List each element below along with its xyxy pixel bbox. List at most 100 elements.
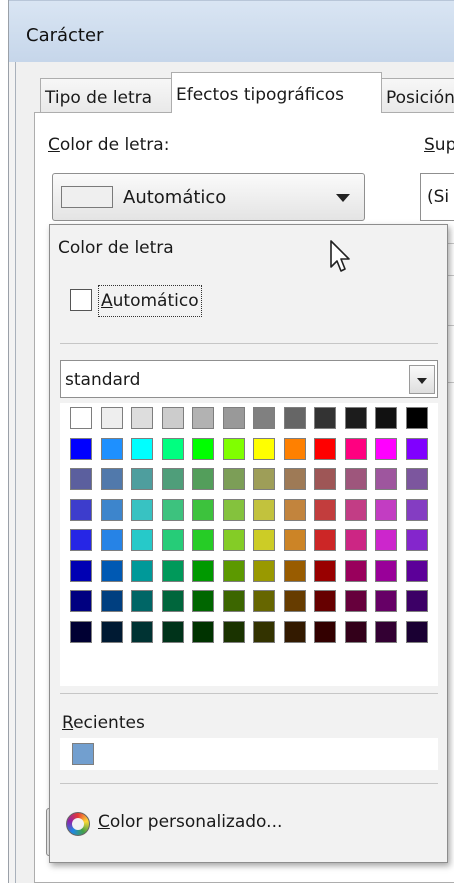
automatic-checkbox-label[interactable]: Automático <box>98 285 202 317</box>
automatic-checkbox[interactable] <box>70 289 92 311</box>
color-swatch[interactable] <box>70 590 92 612</box>
color-swatch[interactable] <box>253 529 275 551</box>
color-swatch[interactable] <box>222 468 245 490</box>
tab-font[interactable]: Tipo de letra <box>40 78 174 112</box>
color-swatch[interactable] <box>375 620 397 643</box>
color-swatch[interactable] <box>405 559 428 582</box>
color-swatch[interactable] <box>70 437 92 460</box>
color-swatch[interactable] <box>192 468 214 490</box>
color-swatch[interactable] <box>314 529 336 551</box>
color-swatch[interactable] <box>283 498 306 521</box>
color-swatch[interactable] <box>405 407 428 429</box>
color-swatch[interactable] <box>283 529 306 551</box>
color-swatch[interactable] <box>192 559 214 582</box>
color-swatch[interactable] <box>375 407 397 429</box>
color-swatch[interactable] <box>283 620 306 643</box>
color-swatch[interactable] <box>192 529 214 551</box>
color-swatch[interactable] <box>222 407 245 429</box>
color-swatch[interactable] <box>344 620 367 643</box>
palette-dropdown-button[interactable] <box>409 365 435 394</box>
color-swatch[interactable] <box>222 529 245 551</box>
color-swatch[interactable] <box>344 590 367 612</box>
color-swatch[interactable] <box>405 590 428 612</box>
position-field[interactable]: (Si <box>420 173 454 221</box>
color-swatch[interactable] <box>344 468 367 490</box>
color-swatch[interactable] <box>253 468 275 490</box>
color-swatch[interactable] <box>283 437 306 460</box>
color-swatch[interactable] <box>161 590 184 612</box>
color-swatch[interactable] <box>344 437 367 460</box>
color-swatch[interactable] <box>253 620 275 643</box>
color-swatch[interactable] <box>70 620 92 643</box>
color-swatch[interactable] <box>100 590 123 612</box>
color-swatch[interactable] <box>314 437 336 460</box>
color-swatch[interactable] <box>222 498 245 521</box>
color-swatch[interactable] <box>253 590 275 612</box>
color-swatch[interactable] <box>161 437 184 460</box>
color-swatch[interactable] <box>344 498 367 521</box>
color-swatch[interactable] <box>100 437 123 460</box>
color-swatch[interactable] <box>100 407 123 429</box>
color-swatch[interactable] <box>314 559 336 582</box>
color-swatch[interactable] <box>70 559 92 582</box>
color-swatch[interactable] <box>375 468 397 490</box>
color-swatch[interactable] <box>70 468 92 490</box>
color-swatch[interactable] <box>344 559 367 582</box>
color-swatch[interactable] <box>283 468 306 490</box>
tab-position[interactable]: Posición <box>381 78 454 112</box>
color-swatch[interactable] <box>161 407 184 429</box>
color-swatch[interactable] <box>161 468 184 490</box>
color-swatch[interactable] <box>100 620 123 643</box>
color-swatch[interactable] <box>100 559 123 582</box>
color-swatch[interactable] <box>192 407 214 429</box>
color-swatch[interactable] <box>161 498 184 521</box>
custom-color-button[interactable]: Color personalizado... <box>66 807 346 837</box>
color-swatch[interactable] <box>161 529 184 551</box>
color-swatch[interactable] <box>344 529 367 551</box>
color-swatch[interactable] <box>314 590 336 612</box>
color-swatch[interactable] <box>161 559 184 582</box>
color-swatch[interactable] <box>375 590 397 612</box>
color-swatch[interactable] <box>222 620 245 643</box>
color-swatch[interactable] <box>314 468 336 490</box>
automatic-checkbox-row[interactable]: Automático <box>70 285 230 317</box>
color-swatch[interactable] <box>131 590 153 612</box>
color-swatch[interactable] <box>405 437 428 460</box>
color-swatch[interactable] <box>131 437 153 460</box>
color-swatch[interactable] <box>375 529 397 551</box>
color-swatch[interactable] <box>70 407 92 429</box>
color-swatch[interactable] <box>375 437 397 460</box>
color-swatch[interactable] <box>100 498 123 521</box>
color-swatch[interactable] <box>70 498 92 521</box>
color-swatch[interactable] <box>283 407 306 429</box>
color-swatch[interactable] <box>344 407 367 429</box>
color-swatch[interactable] <box>131 407 153 429</box>
color-swatch[interactable] <box>314 620 336 643</box>
color-swatch[interactable] <box>375 498 397 521</box>
color-swatch[interactable] <box>131 620 153 643</box>
color-swatch[interactable] <box>405 620 428 643</box>
color-swatch[interactable] <box>161 620 184 643</box>
color-swatch[interactable] <box>314 498 336 521</box>
color-swatch[interactable] <box>131 498 153 521</box>
tab-font-effects[interactable]: Efectos tipográficos <box>171 72 382 113</box>
color-swatch[interactable] <box>222 437 245 460</box>
color-swatch[interactable] <box>100 468 123 490</box>
color-swatch[interactable] <box>222 559 245 582</box>
color-swatch[interactable] <box>405 529 428 551</box>
color-swatch[interactable] <box>283 590 306 612</box>
color-swatch[interactable] <box>253 437 275 460</box>
color-swatch[interactable] <box>100 529 123 551</box>
color-swatch[interactable] <box>375 559 397 582</box>
color-swatch[interactable] <box>253 559 275 582</box>
color-swatch[interactable] <box>192 437 214 460</box>
color-swatch[interactable] <box>222 590 245 612</box>
color-swatch[interactable] <box>405 498 428 521</box>
color-swatch[interactable] <box>192 498 214 521</box>
color-swatch[interactable] <box>253 498 275 521</box>
font-color-dropdown[interactable]: Automático <box>52 173 365 221</box>
color-swatch[interactable] <box>70 529 92 551</box>
palette-select[interactable]: standard <box>60 360 438 398</box>
color-swatch[interactable] <box>253 407 275 429</box>
color-swatch[interactable] <box>405 468 428 490</box>
